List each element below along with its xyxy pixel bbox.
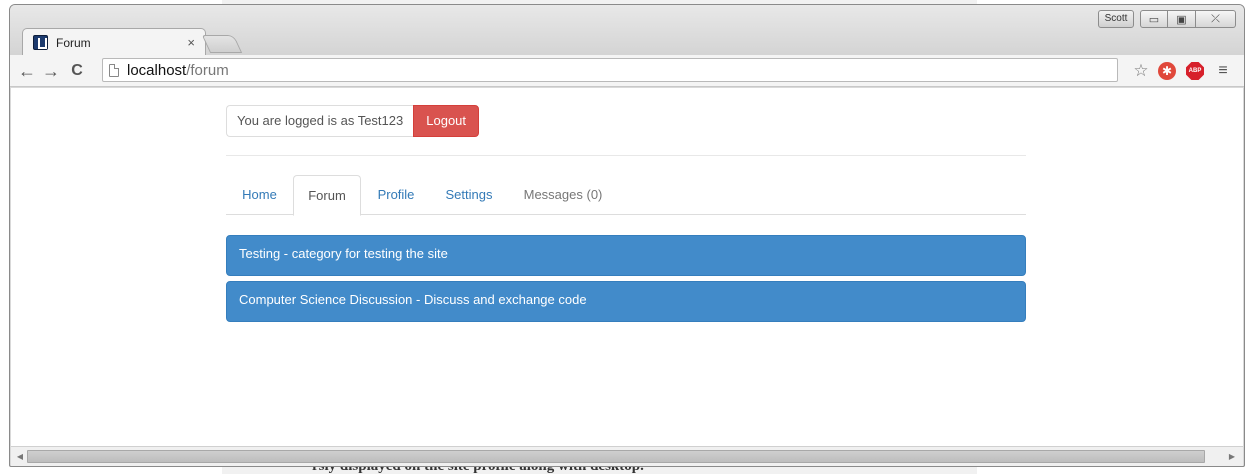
logout-button[interactable]: Logout [413, 105, 480, 137]
login-status-text: You are logged is as Test123 [226, 105, 414, 137]
browser-window: Scott ▭ ▣ ⤫ Forum × ← → C localhost/foru… [9, 4, 1245, 467]
reload-icon[interactable]: C [66, 60, 88, 82]
window-controls: ▭ ▣ ⤫ [1140, 10, 1236, 28]
browser-menu-icon[interactable]: ≡ [1214, 62, 1232, 80]
minimize-button[interactable]: ▭ [1140, 10, 1168, 28]
new-tab-button[interactable] [201, 35, 243, 53]
scroll-thumb[interactable] [27, 450, 1205, 463]
horizontal-scrollbar[interactable]: ◀ ▶ [11, 446, 1243, 466]
adblock-plus-icon[interactable]: ABP [1186, 62, 1204, 80]
tab-messages[interactable]: Messages (0) [508, 175, 618, 215]
tab-forum[interactable]: Forum [293, 175, 361, 216]
extension-icon[interactable]: ✱ [1158, 62, 1176, 80]
scroll-left-icon[interactable]: ◀ [13, 450, 27, 464]
close-window-button[interactable]: ⤫ [1196, 10, 1236, 28]
back-arrow-icon[interactable]: ← [16, 60, 38, 82]
forum-category-computer-science[interactable]: Computer Science Discussion - Discuss an… [226, 281, 1026, 322]
user-profile-badge[interactable]: Scott [1098, 10, 1134, 28]
browser-tab-forum[interactable]: Forum × [22, 28, 206, 56]
scroll-right-icon[interactable]: ▶ [1225, 450, 1239, 464]
divider [226, 155, 1026, 156]
bookmark-star-icon[interactable]: ☆ [1132, 62, 1150, 80]
forum-category-testing[interactable]: Testing - category for testing the site [226, 235, 1026, 276]
tab-profile[interactable]: Profile [362, 175, 430, 215]
browser-toolbar: ← → C localhost/forum ☆ ✱ ABP ≡ [10, 55, 1244, 87]
close-tab-icon[interactable]: × [187, 35, 195, 50]
title-bar: Scott ▭ ▣ ⤫ Forum × [10, 5, 1244, 56]
page-icon [109, 63, 119, 77]
url-path: /forum [186, 61, 229, 79]
tab-home[interactable]: Home [226, 175, 293, 215]
address-bar[interactable]: localhost/forum [102, 58, 1118, 82]
url-text: localhost/forum [127, 62, 229, 79]
desktop: rsiy displayed on the site profile along… [0, 0, 1253, 474]
page-viewport: You are logged is as Test123 Logout Home… [11, 88, 1243, 446]
login-status-group: You are logged is as Test123 Logout [226, 105, 480, 137]
forum-favicon-icon [33, 35, 48, 50]
url-host: localhost [127, 61, 187, 79]
tab-title: Forum [56, 35, 91, 50]
nav-tabs: Home Forum Profile Settings Messages (0) [226, 175, 1026, 216]
forward-arrow-icon[interactable]: → [40, 60, 62, 82]
maximize-button[interactable]: ▣ [1168, 10, 1196, 28]
tab-settings[interactable]: Settings [430, 175, 508, 215]
